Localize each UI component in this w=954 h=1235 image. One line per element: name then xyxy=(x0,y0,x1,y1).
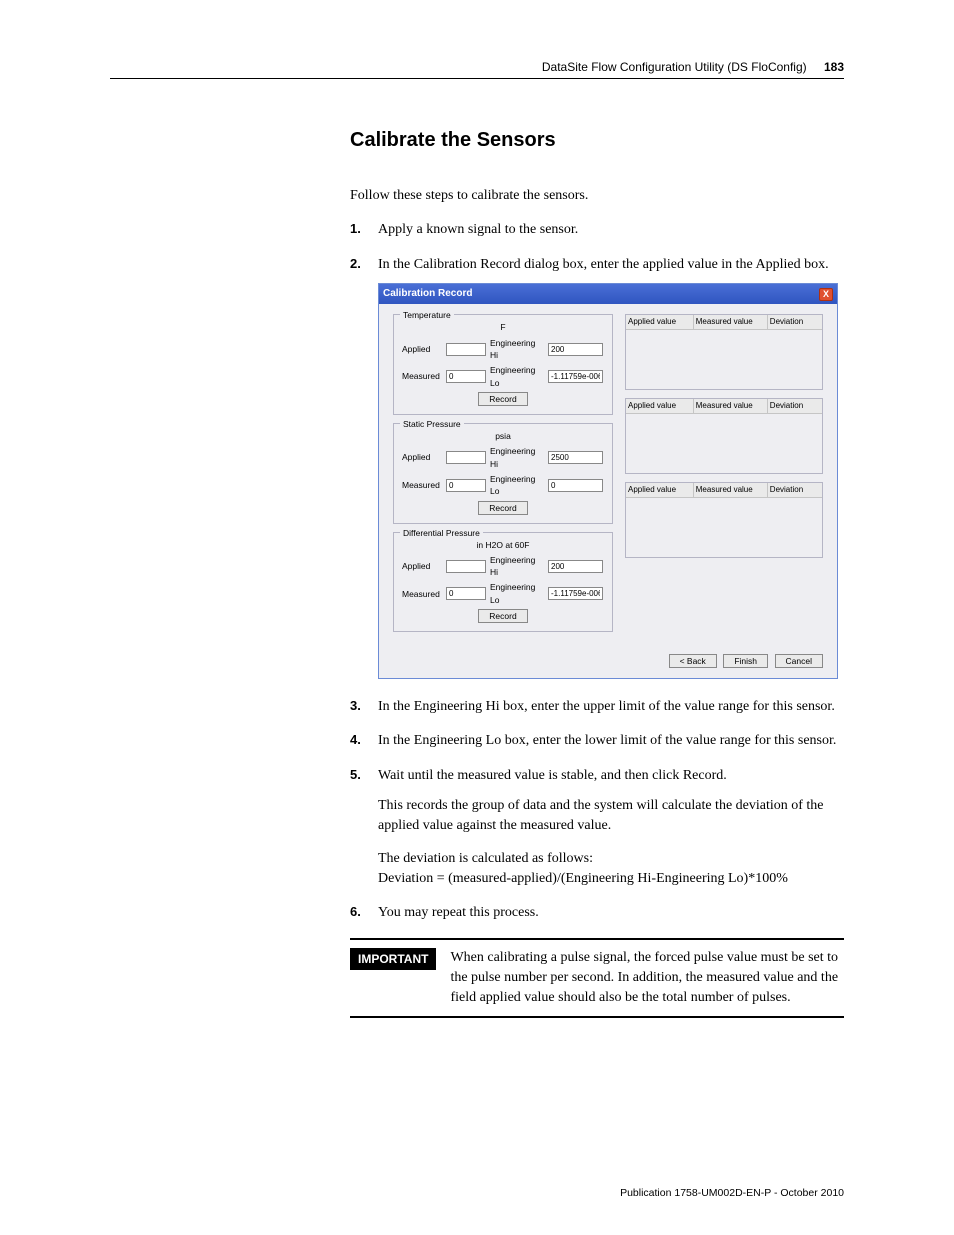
step-5c-text: Deviation = (measured-applied)/(Engineer… xyxy=(378,869,844,889)
measured-label: Measured xyxy=(402,479,442,491)
eng-lo-input[interactable] xyxy=(548,370,603,383)
step-4: In the Engineering Lo box, enter the low… xyxy=(350,731,844,751)
publication-footer: Publication 1758-UM002D-EN-P - October 2… xyxy=(620,1187,844,1199)
page-number: 183 xyxy=(824,60,844,74)
eng-hi-input[interactable] xyxy=(548,560,603,573)
page-header: DataSite Flow Configuration Utility (DS … xyxy=(110,60,844,79)
step-3: In the Engineering Hi box, enter the upp… xyxy=(350,697,844,717)
unit-label: psia xyxy=(402,430,604,442)
dialog-titlebar: Calibration Record X xyxy=(379,284,837,305)
section-heading: Calibrate the Sensors xyxy=(350,129,844,152)
group-label: Temperature xyxy=(400,309,454,321)
applied-input[interactable] xyxy=(446,343,486,356)
eng-lo-input[interactable] xyxy=(548,479,603,492)
finish-button[interactable]: Finish xyxy=(723,654,768,668)
cancel-button[interactable]: Cancel xyxy=(775,654,823,668)
header-title: DataSite Flow Configuration Utility (DS … xyxy=(542,60,807,74)
dialog-title-text: Calibration Record xyxy=(383,287,472,302)
group-label: Static Pressure xyxy=(400,418,464,430)
unit-label: F xyxy=(402,321,604,333)
eng-hi-label: Engineering Hi xyxy=(490,554,544,579)
step-5-text: Wait until the measured value is stable,… xyxy=(378,768,727,783)
eng-lo-label: Engineering Lo xyxy=(490,581,544,606)
col-applied: Applied value xyxy=(626,399,694,413)
result-table-static: Applied value Measured value Deviation xyxy=(625,398,823,474)
applied-input[interactable] xyxy=(446,560,486,573)
important-tag: IMPORTANT xyxy=(350,948,436,970)
eng-hi-input[interactable] xyxy=(548,343,603,356)
applied-input[interactable] xyxy=(446,451,486,464)
col-measured: Measured value xyxy=(694,315,768,329)
col-measured: Measured value xyxy=(694,483,768,497)
intro-paragraph: Follow these steps to calibrate the sens… xyxy=(350,186,844,206)
col-measured: Measured value xyxy=(694,399,768,413)
group-differential-pressure: Differential Pressure in H2O at 60F Appl… xyxy=(393,532,613,633)
back-button[interactable]: < Back xyxy=(669,654,717,668)
step-2-text: In the Calibration Record dialog box, en… xyxy=(378,257,829,272)
eng-hi-input[interactable] xyxy=(548,451,603,464)
record-button[interactable]: Record xyxy=(478,609,527,623)
calibration-record-dialog: Calibration Record X Temperature F Appli… xyxy=(378,283,838,679)
applied-label: Applied xyxy=(402,343,442,355)
step-5a-text: This records the group of data and the s… xyxy=(378,796,844,837)
measured-label: Measured xyxy=(402,370,442,382)
eng-lo-label: Engineering Lo xyxy=(490,364,544,389)
eng-lo-label: Engineering Lo xyxy=(490,473,544,498)
group-label: Differential Pressure xyxy=(400,527,483,539)
result-table-differential: Applied value Measured value Deviation xyxy=(625,482,823,558)
col-applied: Applied value xyxy=(626,483,694,497)
step-1: Apply a known signal to the sensor. xyxy=(350,220,844,240)
result-table-temperature: Applied value Measured value Deviation xyxy=(625,314,823,390)
step-5: Wait until the measured value is stable,… xyxy=(350,766,844,889)
applied-label: Applied xyxy=(402,560,442,572)
eng-lo-input[interactable] xyxy=(548,587,603,600)
measured-input[interactable] xyxy=(446,370,486,383)
col-deviation: Deviation xyxy=(768,483,822,497)
important-text: When calibrating a pulse signal, the for… xyxy=(450,948,844,1009)
step-2: In the Calibration Record dialog box, en… xyxy=(350,255,844,680)
measured-input[interactable] xyxy=(446,479,486,492)
col-deviation: Deviation xyxy=(768,315,822,329)
col-applied: Applied value xyxy=(626,315,694,329)
record-button[interactable]: Record xyxy=(478,392,527,406)
col-deviation: Deviation xyxy=(768,399,822,413)
eng-hi-label: Engineering Hi xyxy=(490,445,544,470)
group-temperature: Temperature F Applied Engineering Hi Mea… xyxy=(393,314,613,415)
step-6: You may repeat this process. xyxy=(350,903,844,923)
record-button[interactable]: Record xyxy=(478,501,527,515)
step-5b-text: The deviation is calculated as follows: xyxy=(378,849,844,869)
close-icon[interactable]: X xyxy=(819,288,833,301)
eng-hi-label: Engineering Hi xyxy=(490,337,544,362)
measured-input[interactable] xyxy=(446,587,486,600)
applied-label: Applied xyxy=(402,451,442,463)
measured-label: Measured xyxy=(402,588,442,600)
group-static-pressure: Static Pressure psia Applied Engineering… xyxy=(393,423,613,524)
important-block: IMPORTANT When calibrating a pulse signa… xyxy=(350,938,844,1019)
unit-label: in H2O at 60F xyxy=(402,539,604,551)
